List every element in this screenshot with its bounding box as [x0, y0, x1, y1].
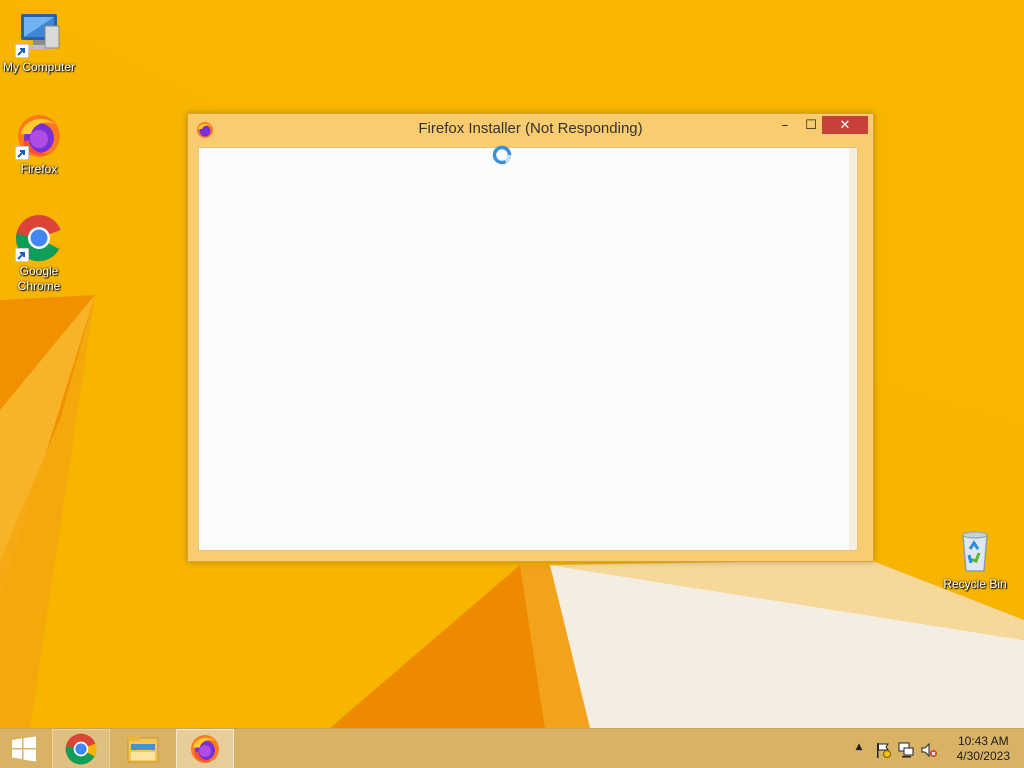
desktop-icon-recycle-bin[interactable]: Recycle Bin — [935, 527, 1015, 592]
maximize-button[interactable]: ☐ — [798, 115, 824, 135]
close-button[interactable]: ✕ — [822, 116, 868, 134]
taskbar-item-chrome[interactable] — [52, 729, 110, 768]
shortcut-arrow-icon — [15, 44, 29, 58]
desktop: My Computer Firefox Google Chrome Recycl… — [0, 0, 1024, 768]
show-hidden-icons-button[interactable]: ▲ — [850, 742, 868, 760]
clock-time: 10:43 AM — [957, 734, 1009, 748]
desktop-icon-my-computer[interactable]: My Computer — [0, 10, 79, 75]
busy-spinner-icon — [492, 145, 512, 165]
taskbar: ▲ 10:43 AM 4/30/2023 — [0, 728, 1024, 768]
installer-window[interactable]: Firefox Installer (Not Responding) – ☐ ✕ — [187, 113, 874, 562]
chrome-icon — [65, 733, 97, 765]
start-button[interactable] — [0, 729, 48, 768]
desktop-icon-label: Firefox — [20, 162, 58, 176]
computer-icon — [15, 10, 63, 58]
system-clock[interactable]: 10:43 AM 4/30/2023 — [957, 734, 1010, 764]
taskbar-item-firefox[interactable] — [176, 729, 234, 768]
action-center-flag-icon[interactable] — [874, 741, 892, 759]
network-icon[interactable] — [897, 741, 915, 759]
firefox-icon — [191, 735, 219, 763]
window-title: Firefox Installer (Not Responding) — [418, 120, 643, 137]
folder-icon — [127, 736, 159, 763]
window-client-area — [198, 147, 858, 551]
windows-logo-icon — [12, 736, 36, 762]
minimize-button[interactable]: – — [772, 115, 798, 135]
window-titlebar[interactable]: Firefox Installer (Not Responding) – ☐ ✕ — [188, 114, 873, 144]
client-edge — [849, 148, 857, 550]
desktop-icon-google-chrome[interactable]: Google Chrome — [0, 214, 79, 294]
firefox-icon — [15, 112, 63, 160]
recycle-bin-icon — [951, 527, 999, 575]
taskbar-item-file-explorer[interactable] — [114, 729, 172, 768]
desktop-icon-label: Recycle Bin — [943, 577, 1007, 591]
clock-date: 4/30/2023 — [956, 749, 1010, 763]
desktop-icon-label: My Computer — [2, 60, 76, 74]
desktop-icon-firefox[interactable]: Firefox — [0, 112, 79, 177]
shortcut-arrow-icon — [15, 146, 29, 160]
desktop-icon-label: Google Chrome — [17, 264, 61, 293]
shortcut-arrow-icon — [15, 248, 29, 262]
volume-muted-icon[interactable] — [920, 741, 938, 759]
chrome-icon — [15, 214, 63, 262]
